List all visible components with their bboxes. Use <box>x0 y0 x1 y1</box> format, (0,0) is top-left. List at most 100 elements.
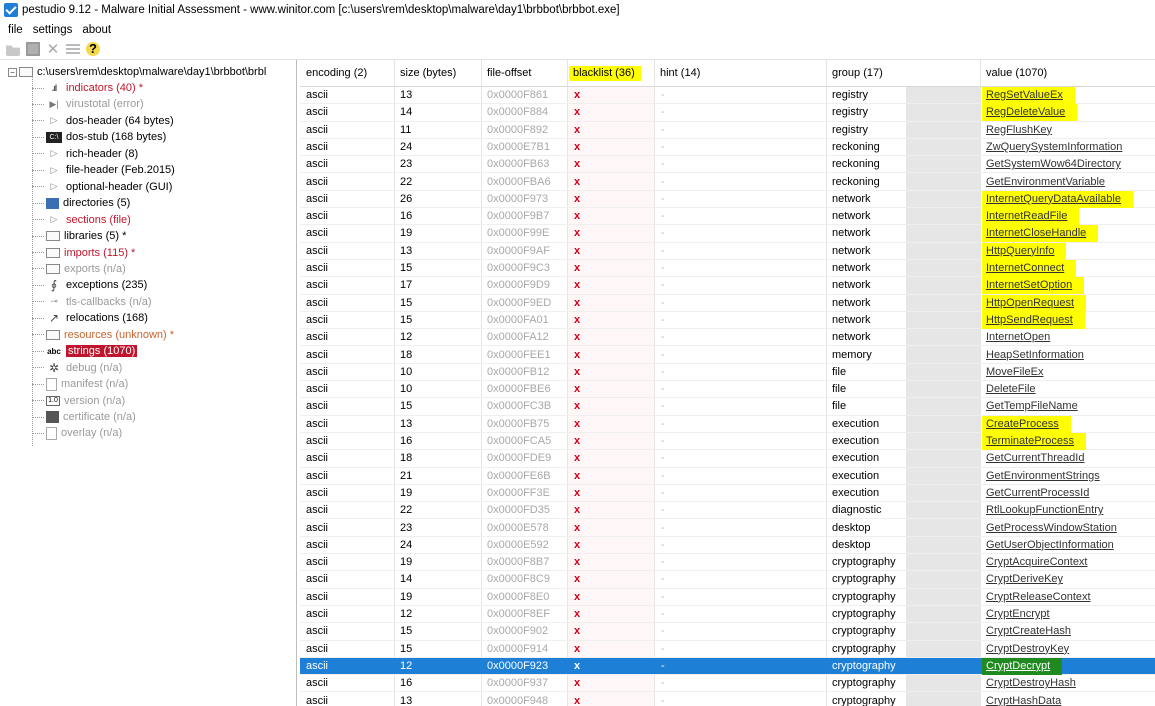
tree-item-file-header[interactable]: ▷ file-header (Feb.2015) <box>32 162 175 178</box>
value-cell[interactable]: CryptEncrypt <box>982 606 1050 623</box>
table-row[interactable]: ascii 16 0x0000F9B7 x - network InternetReadFi… <box>300 208 1155 226</box>
col-encoding[interactable]: encoding (2) <box>302 66 367 81</box>
tree-item-rich-header[interactable]: ▷ rich-header (8) <box>32 146 138 162</box>
table-row[interactable]: ascii 14 0x0000F8C9 x - cryptography CryptDeri… <box>300 571 1155 589</box>
value-cell[interactable]: GetCurrentThreadId <box>982 450 1084 467</box>
list-icon[interactable] <box>66 44 80 54</box>
value-cell[interactable]: CryptDecrypt <box>982 657 1063 675</box>
tree-item-certificate[interactable]: certificate (n/a) <box>32 409 136 425</box>
menu-about[interactable]: about <box>82 24 111 36</box>
value-cell[interactable]: GetTempFileName <box>982 398 1078 415</box>
value-cell[interactable]: CreateProcess <box>982 415 1071 433</box>
value-cell[interactable]: CryptDeriveKey <box>982 571 1063 588</box>
value-cell[interactable]: HeapSetInformation <box>982 347 1084 364</box>
value-cell[interactable]: InternetQueryDataAvailable <box>982 190 1133 208</box>
value-cell[interactable]: InternetConnect <box>982 260 1077 277</box>
open-icon[interactable] <box>6 45 20 56</box>
collapse-icon[interactable]: − <box>8 67 17 77</box>
value-cell[interactable]: RegSetValueEx <box>982 87 1075 104</box>
tree-item-directories[interactable]: directories (5) <box>32 195 130 211</box>
table-row[interactable]: ascii 12 0x0000F923 x - cryptography CryptDecr… <box>300 657 1155 676</box>
value-cell[interactable]: GetSystemWow64Directory <box>982 156 1121 173</box>
table-row[interactable]: ascii 24 0x0000E592 x - desktop GetUserObjectI… <box>300 537 1155 555</box>
tree-item-imports[interactable]: imports (115) * <box>32 245 135 261</box>
value-cell[interactable]: HttpOpenRequest <box>982 294 1087 312</box>
table-row[interactable]: ascii 15 0x0000FA01 x - network HttpSendReques… <box>300 311 1155 330</box>
tree-item-libraries[interactable]: libraries (5) * <box>32 228 126 244</box>
table-row[interactable]: ascii 19 0x0000F99E x - network InternetCloseH… <box>300 225 1155 243</box>
value-cell[interactable]: HttpQueryInfo <box>982 242 1067 260</box>
tree-item-tls-callbacks[interactable]: ⊸ tls-callbacks (n/a) <box>32 294 152 310</box>
tree-item-exceptions[interactable]: ∮ exceptions (235) <box>32 277 147 293</box>
tree-item-relocations[interactable]: ↗ relocations (168) <box>32 310 148 326</box>
table-row[interactable]: ascii 13 0x0000F9AF x - network HttpQueryInfo <box>300 242 1155 260</box>
table-row[interactable]: ascii 15 0x0000F902 x - cryptography CryptCrea… <box>300 623 1155 641</box>
table-row[interactable]: ascii 26 0x0000F973 x - network InternetQueryD… <box>300 190 1155 209</box>
tree-item-indicators[interactable]: .ıl indicators (40) * <box>32 80 143 96</box>
tree-item-sections[interactable]: ▷ sections (file) <box>32 212 131 228</box>
value-cell[interactable]: InternetSetOption <box>982 277 1085 295</box>
value-cell[interactable]: CryptAcquireContext <box>982 554 1088 571</box>
value-cell[interactable]: DeleteFile <box>982 381 1036 398</box>
tree-root[interactable]: − c:\users\rem\desktop\malware\day1\brbb… <box>8 64 266 80</box>
table-row[interactable]: ascii 12 0x0000F8EF x - cryptography CryptEncr… <box>300 606 1155 624</box>
value-cell[interactable]: RegDeleteValue <box>982 104 1078 122</box>
table-row[interactable]: ascii 15 0x0000F914 x - cryptography CryptDest… <box>300 641 1155 658</box>
tree-item-strings[interactable]: abc strings (1070) <box>32 343 138 359</box>
col-group[interactable]: group (17) <box>828 66 883 81</box>
value-cell[interactable]: GetUserObjectInformation <box>982 537 1114 554</box>
value-cell[interactable]: GetEnvironmentVariable <box>982 174 1105 191</box>
table-row[interactable]: ascii 16 0x0000FCA5 x - execution TerminatePro… <box>300 433 1155 451</box>
tree-item-resources[interactable]: resources (unknown) * <box>32 327 174 343</box>
table-row[interactable]: ascii 19 0x0000F8E0 x - cryptography CryptRele… <box>300 589 1155 606</box>
tree-item-debug[interactable]: ✲ debug (n/a) <box>32 360 122 376</box>
table-row[interactable]: ascii 19 0x0000FF3E x - execution GetCurrentPr… <box>300 485 1155 503</box>
value-cell[interactable]: RtlLookupFunctionEntry <box>982 502 1103 519</box>
table-row[interactable]: ascii 11 0x0000F892 x - registry RegFlushKey <box>300 122 1155 139</box>
table-row[interactable]: ascii 12 0x0000FA12 x - network InternetOpen <box>300 329 1155 347</box>
value-cell[interactable]: ZwQuerySystemInformation <box>982 139 1122 156</box>
close-icon[interactable]: ✕ <box>46 41 60 58</box>
table-row[interactable]: ascii 15 0x0000F9ED x - network HttpOpenReques… <box>300 294 1155 312</box>
value-cell[interactable]: CryptCreateHash <box>982 623 1071 640</box>
tree-item-version[interactable]: 1.0 version (n/a) <box>32 393 125 409</box>
tree-item-manifest[interactable]: manifest (n/a) <box>32 376 128 392</box>
value-cell[interactable]: RegFlushKey <box>982 122 1052 139</box>
value-cell[interactable]: CryptHashData <box>982 693 1061 706</box>
table-row[interactable]: ascii 18 0x0000FDE9 x - execution GetCurrentTh… <box>300 450 1155 468</box>
value-cell[interactable]: HttpSendRequest <box>982 311 1085 329</box>
value-cell[interactable]: CryptReleaseContext <box>982 589 1091 606</box>
col-blacklist[interactable]: blacklist (36) <box>569 66 641 81</box>
value-cell[interactable]: InternetReadFile <box>982 208 1080 226</box>
value-cell[interactable]: MoveFileEx <box>982 364 1043 381</box>
value-cell[interactable]: CryptDestroyKey <box>982 641 1069 658</box>
table-row[interactable]: ascii 21 0x0000FE6B x - execution GetEnvironme… <box>300 468 1155 485</box>
menu-settings[interactable]: settings <box>33 24 73 36</box>
table-row[interactable]: ascii 13 0x0000F948 x - cryptography CryptHash… <box>300 693 1155 706</box>
table-row[interactable]: ascii 14 0x0000F884 x - registry RegDeleteValu… <box>300 104 1155 122</box>
tree-item-dos-stub[interactable]: C:\ dos-stub (168 bytes) <box>32 129 166 145</box>
value-cell[interactable]: GetProcessWindowStation <box>982 520 1117 537</box>
value-cell[interactable]: GetCurrentProcessId <box>982 485 1089 502</box>
table-row[interactable]: ascii 15 0x0000F9C3 x - network InternetConnec… <box>300 260 1155 278</box>
col-size[interactable]: size (bytes) <box>396 66 456 81</box>
col-hint[interactable]: hint (14) <box>656 66 700 81</box>
table-row[interactable]: ascii 24 0x0000E7B1 x - reckoning ZwQuerySyste… <box>300 139 1155 157</box>
tree-item-overlay[interactable]: overlay (n/a) <box>32 425 122 441</box>
help-icon[interactable]: ? <box>86 42 100 56</box>
value-cell[interactable]: TerminateProcess <box>982 433 1087 450</box>
table-row[interactable]: ascii 13 0x0000FB75 x - execution CreateProces… <box>300 415 1155 433</box>
menu-file[interactable]: file <box>8 24 23 36</box>
table-row[interactable]: ascii 16 0x0000F937 x - cryptography CryptDest… <box>300 675 1155 693</box>
tree-item-optional-header[interactable]: ▷ optional-header (GUI) <box>32 179 172 195</box>
tree-item-virustotal[interactable]: ▶| virustotal (error) <box>32 96 144 112</box>
table-row[interactable]: ascii 22 0x0000FBA6 x - reckoning GetEnvironme… <box>300 174 1155 191</box>
table-row[interactable]: ascii 23 0x0000FB63 x - reckoning GetSystemWow… <box>300 156 1155 174</box>
value-cell[interactable]: GetEnvironmentStrings <box>982 468 1100 485</box>
table-row[interactable]: ascii 19 0x0000F8B7 x - cryptography CryptAcqu… <box>300 554 1155 572</box>
value-cell[interactable]: CryptDestroyHash <box>982 675 1076 692</box>
table-row[interactable]: ascii 10 0x0000FB12 x - file MoveFileEx <box>300 364 1155 382</box>
table-row[interactable]: ascii 17 0x0000F9D9 x - network InternetSetOpt… <box>300 277 1155 295</box>
tree-item-dos-header[interactable]: ▷ dos-header (64 bytes) <box>32 113 174 129</box>
table-row[interactable]: ascii 22 0x0000FD35 x - diagnostic RtlLookupFu… <box>300 502 1155 520</box>
